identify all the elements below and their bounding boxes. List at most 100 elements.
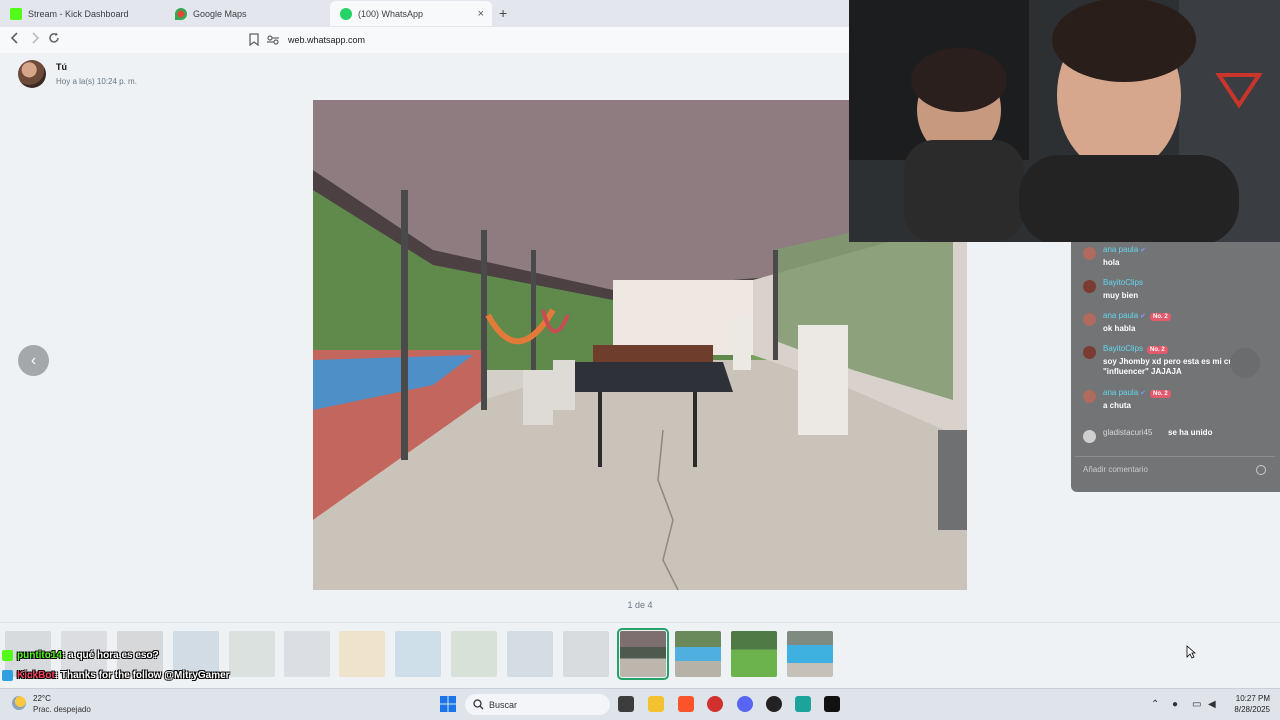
- chevron-left-icon: ‹: [30, 351, 37, 369]
- avatar[interactable]: [18, 60, 46, 88]
- chat-text: ok habla: [1103, 324, 1136, 333]
- forward-arrow-icon: [32, 32, 40, 44]
- task-view-icon[interactable]: [618, 696, 634, 712]
- tab-google-maps[interactable]: Google Maps: [165, 1, 330, 26]
- webcam-feed-image: [849, 0, 1280, 242]
- display-icon[interactable]: ▭: [1192, 699, 1201, 710]
- tab-label: (100) WhatsApp: [358, 8, 424, 19]
- tiktok-icon[interactable]: [824, 696, 840, 712]
- weather-temperature[interactable]: 22°C: [33, 694, 51, 703]
- avatar: [1083, 390, 1096, 403]
- obs-icon[interactable]: [766, 696, 782, 712]
- tab-kick-dashboard[interactable]: Stream - Kick Dashboard: [0, 1, 165, 26]
- clock-time[interactable]: 10:27 PM: [1218, 694, 1270, 703]
- chat-join-notice: gladistacuri45 se ha unido: [1083, 428, 1273, 444]
- search-placeholder: Buscar: [489, 699, 518, 710]
- chat-username[interactable]: ana paula ✔ No. 2: [1103, 388, 1171, 398]
- clock-date[interactable]: 8/28/2025: [1218, 705, 1270, 714]
- media-counter: 1 de 4: [627, 600, 653, 610]
- windows-start-icon[interactable]: [440, 696, 456, 717]
- kick-icon: [10, 7, 22, 20]
- avatar: [1083, 313, 1096, 326]
- chat-text: hola: [1103, 258, 1120, 267]
- thumbnail[interactable]: [229, 631, 275, 677]
- chat-message: BayitoClips muy bien: [1083, 278, 1273, 308]
- avatar: [1083, 280, 1096, 293]
- address-bar[interactable]: web.whatsapp.com: [266, 30, 850, 50]
- back-button[interactable]: [10, 32, 20, 47]
- thumbnail[interactable]: [284, 631, 330, 677]
- thumbnail[interactable]: [787, 631, 833, 677]
- kick-icon: [2, 650, 13, 661]
- overlay-username: puntito14: [17, 650, 62, 661]
- chat-text: muy bien: [1103, 291, 1139, 300]
- notes-app-icon[interactable]: [795, 696, 811, 712]
- scroll-indicator[interactable]: [1230, 348, 1260, 378]
- app-icon[interactable]: [707, 696, 723, 712]
- whatsapp-icon: [340, 7, 352, 20]
- chat-message: ana paula ✔ hola: [1083, 245, 1273, 275]
- forward-button[interactable]: [30, 32, 40, 47]
- brave-browser-icon[interactable]: [678, 696, 694, 712]
- overlay-text: : Thanks for the follow @MitryGamer: [54, 670, 230, 681]
- chat-username[interactable]: ana paula ✔ No. 2: [1103, 311, 1171, 321]
- thumbnail[interactable]: [395, 631, 441, 677]
- chat-message: ana paula ✔ No. 2 ok habla: [1083, 311, 1273, 341]
- maps-pin-icon: [175, 7, 187, 20]
- reload-icon: [49, 32, 59, 43]
- overlay-chat-line: puntito14 : a qué hora es eso?: [2, 650, 159, 661]
- volume-icon[interactable]: ◀: [1208, 699, 1216, 710]
- overlay-username: KickBot: [17, 670, 55, 681]
- chat-comment-input[interactable]: Añadir comentario: [1075, 456, 1275, 482]
- chat-text: a chuta: [1103, 401, 1132, 410]
- weather-description[interactable]: Prac. despejado: [33, 705, 91, 714]
- thumbnail[interactable]: [451, 631, 497, 677]
- chat-username[interactable]: gladistacuri45: [1103, 428, 1152, 437]
- overlay-chat-line: KickBot : Thanks for the follow @MitryGa…: [2, 670, 230, 681]
- webcam-overlay: [849, 0, 1280, 242]
- close-tab-icon[interactable]: ×: [478, 8, 484, 20]
- verified-icon: ✔: [1140, 247, 1147, 254]
- back-arrow-icon: [10, 32, 18, 44]
- thumbnail[interactable]: [339, 631, 385, 677]
- avatar: [1083, 247, 1096, 260]
- chat-username[interactable]: BayitoClips No. 2: [1103, 344, 1168, 354]
- tab-whatsapp[interactable]: (100) WhatsApp ×: [330, 1, 492, 26]
- thumbnail[interactable]: [731, 631, 777, 677]
- weather-icon[interactable]: [12, 696, 26, 710]
- verified-icon: ✔: [1140, 313, 1147, 320]
- emoji-icon[interactable]: [1256, 465, 1266, 475]
- join-text: se ha unido: [1168, 428, 1213, 437]
- discord-icon[interactable]: [737, 696, 753, 712]
- file-explorer-icon[interactable]: [648, 696, 664, 712]
- mouse-cursor-icon: [1186, 645, 1197, 664]
- bookmark-icon[interactable]: [249, 33, 259, 51]
- rank-badge: No. 2: [1150, 390, 1171, 398]
- chat-message: ana paula ✔ No. 2 a chuta: [1083, 388, 1273, 418]
- taskbar-search[interactable]: Buscar: [465, 694, 610, 715]
- verified-icon: ✔: [1140, 390, 1147, 397]
- reload-button[interactable]: [48, 32, 60, 47]
- avatar: [1083, 346, 1096, 359]
- rank-badge: No. 2: [1150, 313, 1171, 321]
- rank-badge: No. 2: [1147, 346, 1168, 354]
- search-icon: [473, 699, 484, 710]
- tray-chevron-up-icon[interactable]: ⌃: [1151, 699, 1159, 710]
- new-tab-button[interactable]: +: [499, 5, 507, 21]
- chat-username[interactable]: BayitoClips: [1103, 278, 1143, 287]
- thumbnail[interactable]: [563, 631, 609, 677]
- bot-icon: [2, 670, 13, 681]
- microphone-icon[interactable]: ●: [1172, 699, 1178, 710]
- overlay-text: : a qué hora es eso?: [62, 650, 159, 661]
- thumbnail[interactable]: [675, 631, 721, 677]
- tab-label: Google Maps: [193, 8, 247, 19]
- thumbnail-selected[interactable]: [617, 628, 669, 680]
- chat-input-placeholder: Añadir comentario: [1083, 465, 1148, 474]
- previous-media-button[interactable]: ‹: [18, 345, 49, 376]
- sender-name: Tú: [56, 62, 67, 72]
- avatar: [1083, 430, 1096, 443]
- tab-label: Stream - Kick Dashboard: [28, 8, 129, 19]
- chat-username[interactable]: ana paula ✔: [1103, 245, 1146, 254]
- url-text: web.whatsapp.com: [288, 35, 366, 45]
- thumbnail[interactable]: [507, 631, 553, 677]
